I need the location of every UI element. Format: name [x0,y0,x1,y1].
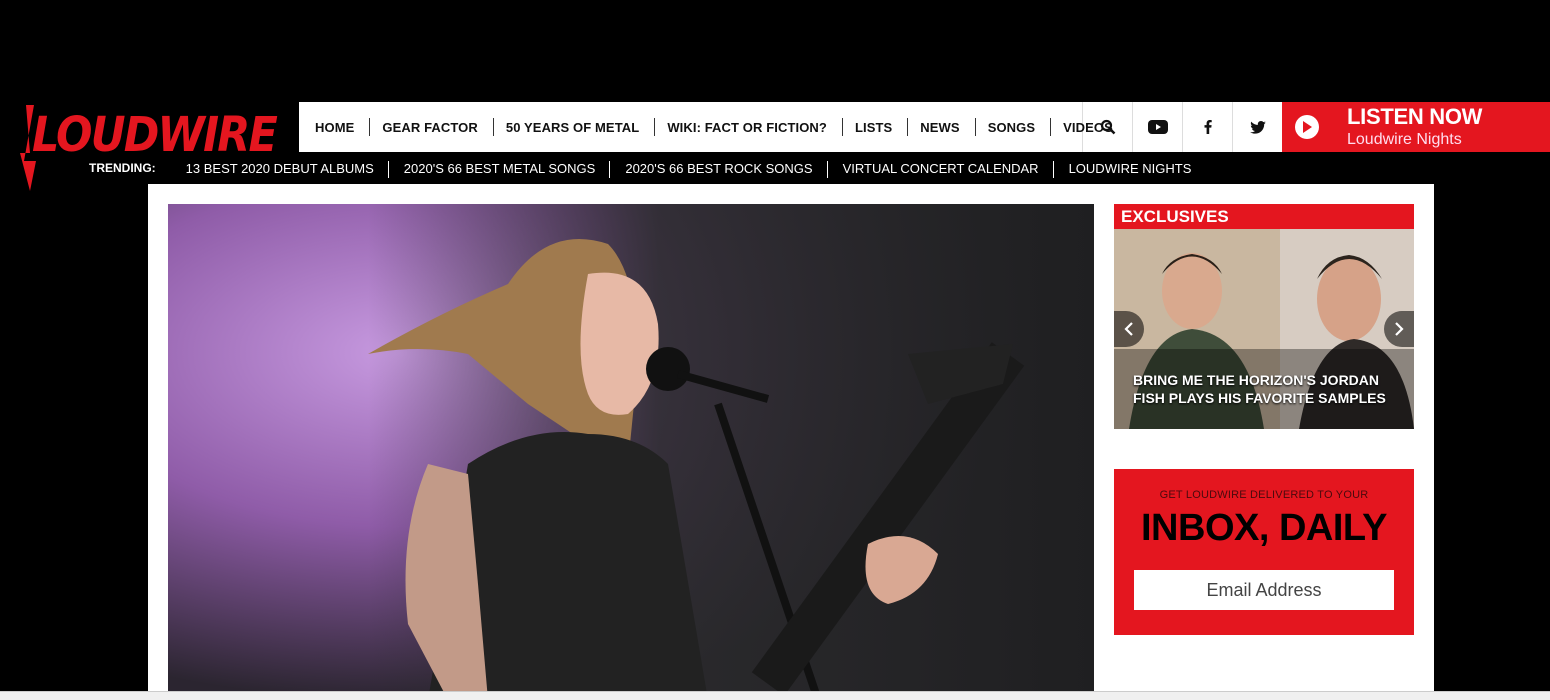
twitter-button[interactable] [1232,102,1282,152]
nav-news[interactable]: NEWS [908,117,977,136]
main-navbar: HOME GEAR FACTOR 50 YEARS OF METAL WIKI:… [299,102,1550,152]
exclusives-heading: EXCLUSIVES [1114,204,1414,229]
loudwire-logo[interactable]: LOUDWIRE [20,103,280,193]
carousel-next-button[interactable] [1384,311,1414,347]
newsletter-pretitle: GET LOUDWIRE DELIVERED TO YOUR [1159,489,1369,501]
nav-links: HOME GEAR FACTOR 50 YEARS OF METAL WIKI:… [299,102,1113,152]
newsletter-signup: GET LOUDWIRE DELIVERED TO YOUR INBOX, DA… [1114,469,1414,635]
listen-now-title: LISTEN NOW [1347,104,1483,129]
hero-photo [168,204,1094,700]
browser-bottom-bar [0,691,1550,700]
youtube-button[interactable] [1132,102,1182,152]
listen-now-button[interactable]: LISTEN NOW Loudwire Nights [1282,102,1550,152]
nav-videos[interactable]: VIDEOS [1051,120,1129,135]
nav-gear-factor[interactable]: GEAR FACTOR [370,117,495,136]
chevron-right-icon [1395,322,1404,336]
trending-item[interactable]: LOUDWIRE NIGHTS [1054,161,1207,176]
main-content: EXCLUSIVES BRING ME THE HORIZON'S JORDAN… [148,184,1434,700]
nav-lists[interactable]: LISTS [843,117,909,136]
play-icon [1295,115,1319,139]
hero-image[interactable] [168,204,1094,700]
svg-text:LOUDWIRE: LOUDWIRE [32,107,278,163]
youtube-icon [1147,120,1168,134]
exclusives-slide[interactable]: BRING ME THE HORIZON'S JORDAN FISH PLAYS… [1114,229,1414,429]
nav-wiki-fact-or-fiction[interactable]: WIKI: FACT OR FICTION? [655,117,843,136]
listen-now-subtitle: Loudwire Nights [1347,131,1462,148]
facebook-button[interactable] [1182,102,1232,152]
chevron-left-icon [1124,322,1133,336]
trending-item[interactable]: VIRTUAL CONCERT CALENDAR [828,160,1054,178]
exclusives-caption[interactable]: BRING ME THE HORIZON'S JORDAN FISH PLAYS… [1133,371,1403,407]
facebook-icon [1204,120,1212,134]
twitter-icon [1249,120,1266,134]
trending-bar: TRENDING: 13 BEST 2020 DEBUT ALBUMS 2020… [89,159,1207,178]
trending-item[interactable]: 2020'S 66 BEST METAL SONGS [389,160,611,178]
newsletter-title: INBOX, DAILY [1141,507,1387,549]
nav-home[interactable]: HOME [303,117,371,136]
trending-item[interactable]: 2020'S 66 BEST ROCK SONGS [610,160,828,178]
nav-songs[interactable]: SONGS [976,117,1052,136]
trending-item[interactable]: 13 BEST 2020 DEBUT ALBUMS [171,160,389,178]
exclusives-widget: EXCLUSIVES BRING ME THE HORIZON'S JORDAN… [1114,204,1414,429]
nav-50-years-of-metal[interactable]: 50 YEARS OF METAL [494,117,656,136]
trending-label: TRENDING: [89,161,156,175]
email-field[interactable] [1134,570,1394,610]
